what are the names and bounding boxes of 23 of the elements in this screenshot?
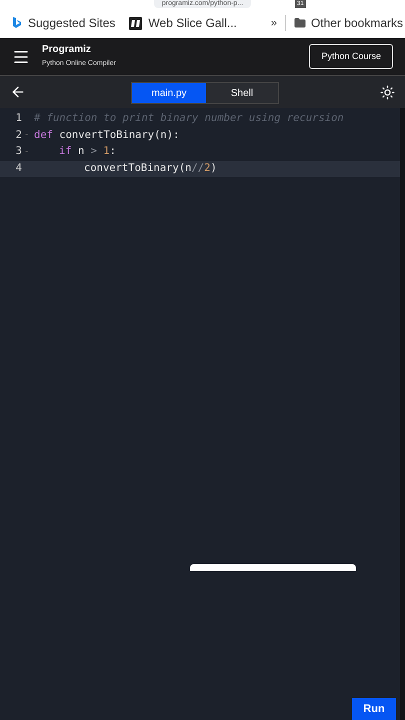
line-number: 3 [14,144,22,160]
logo-text[interactable]: Programiz [42,44,116,56]
course-button[interactable]: Python Course [309,44,393,70]
file-tab[interactable]: main.py [132,83,206,103]
code-line: # function to print binary number using recursion [34,111,344,126]
bookmark-link[interactable]: Web Slice Gall... [148,14,237,32]
back-icon[interactable] [10,84,26,100]
file-tab[interactable]: Shell [206,83,278,103]
line-number: 4 [14,160,22,176]
theme-icon[interactable] [380,84,395,100]
bing-icon [12,17,22,29]
bookmark-link[interactable]: Suggested Sites [28,14,116,32]
code-line: if n > 1: [58,144,116,160]
line-number: 2 [14,128,22,143]
bookmark-link[interactable]: Other bookmarks [310,14,403,32]
folder-icon [294,17,306,29]
run-button[interactable]: Run [352,698,396,720]
code-line: def convertToBinary(n): [34,128,180,143]
overflow-chevron[interactable]: » [270,14,277,32]
slice-icon [129,16,142,30]
line-number: 1 [14,111,22,126]
code-editor[interactable]: 1 # function to print binary number using recursion 2 - def convertToBinary(n): 3 - if n > 1: 4 convertToBinary(n//2) Run [0,108,405,720]
code-line: convertToBinary(n//2) [83,160,217,176]
